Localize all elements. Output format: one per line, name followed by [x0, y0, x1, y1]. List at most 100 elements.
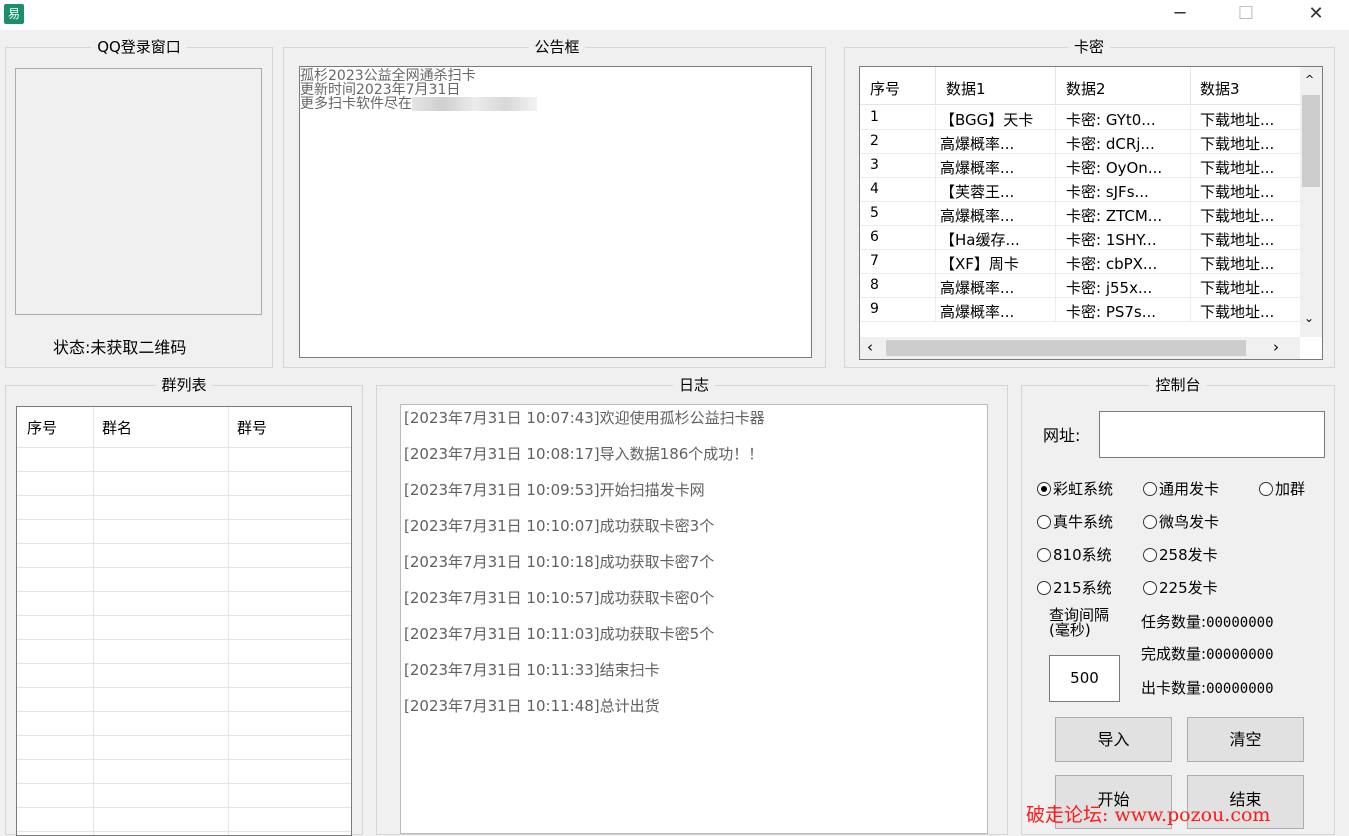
radio-unchecked-icon[interactable]: [1037, 580, 1051, 595]
cards-row[interactable]: 2 高爆概率... 卡密: dCRj... 下载地址...: [860, 130, 1300, 154]
cards-row[interactable]: 7 【XF】周卡 卡密: cbPX... 下载地址...: [860, 250, 1300, 274]
cards-cell: 下载地址...: [1200, 183, 1275, 201]
log-line: [2023年7月31日 10:10:57]成功获取卡密0个: [404, 589, 715, 607]
radio-label: 通用发卡: [1159, 480, 1220, 498]
chevron-up-icon[interactable]: ^: [1305, 73, 1314, 86]
chevron-left-icon[interactable]: ‹: [867, 338, 873, 356]
maximize-icon[interactable]: ☐: [1223, 0, 1269, 30]
minimize-icon[interactable]: ─: [1157, 0, 1203, 30]
cards-col-header[interactable]: 数据1: [946, 78, 986, 99]
log-textbox[interactable]: [2023年7月31日 10:07:43]欢迎使用孤杉公益扫卡器 [2023年7月…: [400, 404, 988, 834]
cards-cell: 7: [870, 253, 879, 269]
radio-option[interactable]: 彩虹系统: [1037, 478, 1113, 499]
clear-button[interactable]: 清空: [1187, 717, 1304, 762]
qq-login-title: QQ登录窗口: [91, 38, 187, 56]
cards-cell: 卡密: GYt0...: [1066, 111, 1156, 129]
cards-cell: 下载地址...: [1200, 135, 1275, 153]
group-col-header[interactable]: 序号: [27, 417, 57, 438]
cards-row[interactable]: 3 高爆概率... 卡密: OyOn... 下载地址...: [860, 154, 1300, 178]
log-line: [2023年7月31日 10:11:03]成功获取卡密5个: [404, 625, 715, 643]
cards-row[interactable]: 6 【Ha缓存... 卡密: 1SHY... 下载地址...: [860, 226, 1300, 250]
chevron-right-icon[interactable]: ›: [1273, 338, 1279, 356]
cards-cell: 卡密: ZTCM...: [1066, 207, 1163, 225]
task-count: 任务数量:00000000: [1141, 611, 1274, 632]
radio-label: 225发卡: [1159, 579, 1218, 597]
radio-option[interactable]: 真牛系统: [1037, 511, 1113, 532]
group-table[interactable]: 序号 群名 群号: [16, 406, 352, 836]
interval-input[interactable]: 500: [1049, 655, 1120, 702]
radio-label: 微鸟发卡: [1159, 513, 1220, 531]
cards-cell: 下载地址...: [1200, 255, 1275, 273]
cards-col-header[interactable]: 数据3: [1200, 78, 1240, 99]
task-count-value: 00000000: [1206, 615, 1274, 631]
group-list-title: 群列表: [155, 376, 213, 394]
radio-unchecked-icon[interactable]: [1143, 580, 1157, 595]
cards-col-header[interactable]: 数据2: [1066, 78, 1106, 99]
cards-cell: 卡密: sJFs...: [1066, 183, 1149, 201]
log-line: [2023年7月31日 10:11:33]结束扫卡: [404, 661, 660, 679]
radio-option[interactable]: 225发卡: [1143, 577, 1218, 598]
radio-label: 215系统: [1053, 579, 1112, 597]
cards-cell: 卡密: 1SHY...: [1066, 231, 1157, 249]
cards-hscroll-thumb[interactable]: [886, 340, 1246, 356]
cards-cell: 下载地址...: [1200, 159, 1275, 177]
radio-option[interactable]: 258发卡: [1143, 544, 1218, 565]
cards-cell: 下载地址...: [1200, 303, 1275, 321]
cards-cell: 9: [870, 301, 879, 317]
radio-option[interactable]: 215系统: [1037, 577, 1112, 598]
cards-col-header[interactable]: 序号: [870, 78, 900, 99]
group-col-header[interactable]: 群号: [237, 417, 267, 438]
radio-option[interactable]: 加群: [1259, 478, 1305, 499]
cards-cell: 【BGG】天卡: [940, 111, 1034, 129]
radio-unchecked-icon[interactable]: [1037, 514, 1051, 529]
url-label: 网址:: [1043, 426, 1081, 445]
cards-cell: 6: [870, 229, 879, 245]
done-count-label: 完成数量:: [1141, 645, 1207, 663]
out-count-value: 00000000: [1206, 681, 1274, 697]
radio-label: 258发卡: [1159, 546, 1218, 564]
cards-vscrollbar[interactable]: ^ ⌄: [1300, 67, 1322, 337]
radio-option[interactable]: 通用发卡: [1143, 478, 1219, 499]
cards-cell: 【XF】周卡: [940, 255, 1019, 273]
import-button[interactable]: 导入: [1055, 717, 1172, 762]
radio-unchecked-icon[interactable]: [1143, 481, 1157, 496]
cards-vscroll-thumb[interactable]: [1302, 95, 1320, 187]
done-count: 完成数量:00000000: [1141, 643, 1274, 664]
radio-option[interactable]: 微鸟发卡: [1143, 511, 1219, 532]
radio-checked-icon[interactable]: [1037, 481, 1051, 496]
radio-unchecked-icon[interactable]: [1143, 514, 1157, 529]
radio-unchecked-icon[interactable]: [1259, 481, 1273, 496]
cards-row[interactable]: 8 高爆概率... 卡密: j55x... 下载地址...: [860, 274, 1300, 298]
radio-label: 真牛系统: [1053, 513, 1114, 531]
out-count: 出卡数量:00000000: [1141, 677, 1274, 698]
radio-unchecked-icon[interactable]: [1143, 547, 1157, 562]
interval-label-unit: (毫秒): [1049, 621, 1091, 639]
group-grid: [17, 407, 351, 835]
radio-option[interactable]: 810系统: [1037, 544, 1112, 565]
cards-cell: 卡密: OyOn...: [1066, 159, 1163, 177]
cards-row[interactable]: 5 高爆概率... 卡密: ZTCM... 下载地址...: [860, 202, 1300, 226]
close-icon[interactable]: ✕: [1293, 0, 1339, 30]
url-input[interactable]: [1099, 411, 1325, 458]
cards-cell: 5: [870, 205, 879, 221]
cards-hscrollbar[interactable]: ‹ ›: [860, 337, 1300, 359]
cards-cell: 下载地址...: [1200, 111, 1275, 129]
notice-line: 孤杉2023公益全网通杀扫卡: [300, 68, 476, 84]
cards-cell: 【芙蓉王...: [940, 183, 1015, 201]
radio-unchecked-icon[interactable]: [1037, 547, 1051, 562]
cards-cell: 下载地址...: [1200, 231, 1275, 249]
cards-cell: 下载地址...: [1200, 207, 1275, 225]
group-header-row: 序号 群名 群号: [17, 407, 351, 447]
log-line: [2023年7月31日 10:07:43]欢迎使用孤杉公益扫卡器: [404, 409, 765, 427]
notice-textbox[interactable]: 孤杉2023公益全网通杀扫卡 更新时间2023年7月31日 更多扫卡软件尽在: [299, 66, 812, 358]
notice-line: 更多扫卡软件尽在: [300, 97, 811, 111]
cards-cell: 下载地址...: [1200, 279, 1275, 297]
cards-row[interactable]: 4 【芙蓉王... 卡密: sJFs... 下载地址...: [860, 178, 1300, 202]
chevron-down-icon[interactable]: ⌄: [1304, 311, 1314, 325]
group-col-header[interactable]: 群名: [102, 417, 132, 438]
cards-table[interactable]: 序号 数据1 数据2 数据3 1 【BGG】天卡 卡密: GYt0... 下载地址..…: [859, 66, 1323, 360]
log-line: [2023年7月31日 10:11:48]总计出货: [404, 697, 660, 715]
cards-row[interactable]: 1 【BGG】天卡 卡密: GYt0... 下载地址...: [860, 106, 1300, 130]
watermark: 破走论坛: www.pozou.com: [1026, 804, 1271, 826]
cards-row[interactable]: 9 高爆概率... 卡密: PS7s... 下载地址...: [860, 298, 1300, 322]
